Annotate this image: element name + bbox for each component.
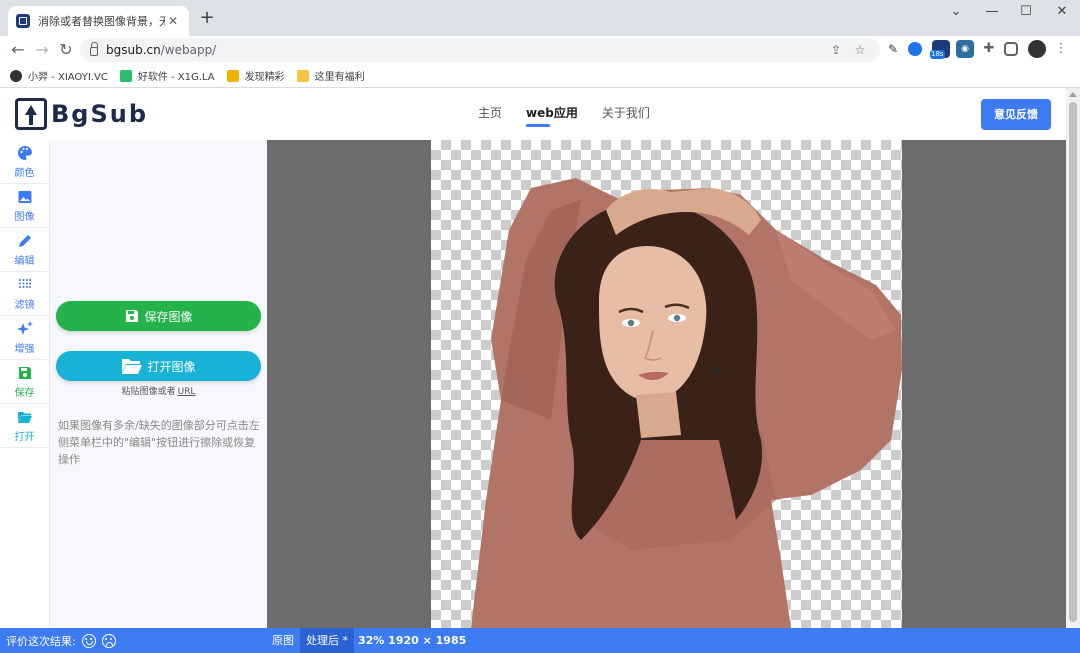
profile-avatar[interactable] [1028, 40, 1046, 58]
lock-icon [90, 42, 98, 56]
folder-open-icon [121, 358, 143, 374]
rate-result-label: 评价这次结果: [6, 634, 76, 648]
rail-item-edit[interactable]: 编辑 [0, 228, 49, 272]
site-favicon-icon [16, 14, 30, 28]
page-scrollbar[interactable] [1066, 88, 1080, 628]
bookmark-star-icon[interactable]: ☆ [852, 42, 868, 58]
bookmarks-bar: 小羿 - XIAOYI.VC 好软件 - X1G.LA 发现精彩 这里有福利 [0, 64, 1080, 88]
zoom-size-info: 32% 1920 × 1985 [358, 634, 467, 647]
main-nav: 主页 web应用 关于我们 [478, 104, 674, 127]
tab-title: 消除或者替换图像背景，无需上传 [38, 15, 165, 28]
extension-badge: 18s [930, 50, 945, 59]
tab-search-chevron-icon[interactable]: ⌄ [938, 0, 974, 24]
pencil-icon [17, 233, 33, 249]
open-image-label: 打开图像 [147, 359, 196, 374]
save-image-label: 保存图像 [144, 309, 193, 324]
floppy-icon [124, 308, 140, 324]
back-icon[interactable]: ← [6, 38, 30, 62]
close-window-icon[interactable]: ✕ [1044, 0, 1080, 24]
image-icon [17, 189, 33, 205]
cutout-photo[interactable] [431, 140, 902, 628]
url-path: /webapp/ [160, 43, 217, 57]
rail-label: 打开 [14, 431, 35, 443]
view-processed-tab[interactable]: 处理后 * [300, 628, 354, 653]
extensions-puzzle-icon[interactable]: ✚ [980, 40, 998, 58]
canvas-area[interactable] [267, 140, 1066, 628]
browser-menu-icon[interactable]: ⋮ [1052, 40, 1070, 58]
extension-robot-icon[interactable]: ◉ [956, 40, 974, 58]
edit-tip-text: 如果图像有多余/缺失的图像部分可点击左侧菜单栏中的"编辑"按钮进行擦除或恢复操作 [58, 419, 260, 466]
rail-item-enhance[interactable]: 增强 [0, 316, 49, 360]
bookmark-item[interactable]: 小羿 - XIAOYI.VC [10, 68, 108, 83]
rail-label: 增强 [14, 343, 35, 355]
bookmark-favicon-icon [10, 69, 22, 82]
rail-label: 编辑 [14, 255, 35, 267]
site-header: BgSub 主页 web应用 关于我们 意见反馈 [0, 88, 1066, 140]
rail-label: 滤镜 [14, 299, 35, 311]
nav-home[interactable]: 主页 [478, 104, 502, 127]
save-image-button[interactable]: 保存图像 [56, 301, 261, 331]
rail-label: 颜色 [14, 167, 35, 179]
paste-hint-text: 粘贴图像或者 [121, 387, 176, 397]
smiley-happy-icon[interactable] [81, 633, 96, 648]
bookmark-favicon-icon [119, 69, 132, 82]
feedback-button[interactable]: 意见反馈 [981, 99, 1051, 130]
share-icon[interactable]: ⇪ [828, 42, 844, 58]
forward-icon[interactable]: → [30, 38, 54, 62]
rail-item-open[interactable]: 打开 [0, 404, 49, 448]
url-host: bgsub.cn [106, 43, 161, 57]
bookmark-folder-icon [296, 69, 309, 82]
extension-timer-icon[interactable]: 18s [930, 40, 950, 59]
tool-rail: 颜色 图像 编辑 滤镜 增强 保存 打开 [0, 140, 50, 628]
rail-item-filter[interactable]: 滤镜 [0, 272, 49, 316]
logo-text: BgSub [51, 100, 149, 128]
nav-about[interactable]: 关于我们 [602, 104, 650, 127]
bookmark-label: 这里有福利 [314, 72, 365, 83]
scroll-up-icon[interactable] [1069, 92, 1077, 97]
filter-grid-icon [17, 277, 33, 293]
floppy-icon [17, 365, 33, 381]
tab-close-icon[interactable]: ✕ [165, 13, 181, 29]
bookmark-item[interactable]: 好软件 - X1G.LA [119, 68, 215, 83]
sparkle-icon [16, 320, 33, 337]
rail-item-color[interactable]: 颜色 [0, 140, 49, 184]
minimize-icon[interactable]: — [974, 0, 1010, 24]
open-image-button[interactable]: 打开图像 [56, 351, 261, 381]
bookmark-label: 发现精彩 [244, 72, 285, 83]
rail-label: 图像 [14, 211, 35, 223]
nav-webapp[interactable]: web应用 [526, 104, 578, 127]
smiley-sad-icon[interactable] [101, 633, 116, 648]
new-tab-icon[interactable]: + [198, 9, 216, 28]
view-original-tab[interactable]: 原图 [266, 628, 300, 653]
status-bar: 评价这次结果: 原图 处理后 * 32% 1920 × 1985 [0, 628, 1080, 653]
paste-url-link[interactable]: URL [178, 387, 196, 397]
side-panel: 保存图像 打开图像 粘贴图像或者 URL 如果图像有多余/缺失的图像部分可点击左侧… [50, 140, 267, 628]
rail-label: 保存 [14, 387, 35, 399]
maximize-icon[interactable]: ☐ [1008, 0, 1044, 24]
site-logo[interactable]: BgSub [15, 98, 148, 130]
palette-icon [17, 145, 33, 161]
rail-item-save[interactable]: 保存 [0, 360, 49, 404]
bookmark-item[interactable]: 发现精彩 [226, 68, 285, 83]
bookmark-label: 好软件 - X1G.LA [137, 72, 215, 83]
browser-tab[interactable]: 消除或者替换图像背景，无需上传 ✕ [8, 6, 189, 36]
browser-tabstrip: 消除或者替换图像背景，无需上传 ✕ + ⌄ — ☐ ✕ [0, 0, 1080, 36]
bookmark-item[interactable]: 这里有福利 [296, 68, 365, 83]
logo-upload-icon [15, 98, 47, 130]
reload-icon[interactable]: ↻ [54, 38, 78, 62]
bookmark-favicon-icon [226, 69, 239, 82]
scroll-thumb[interactable] [1069, 102, 1077, 622]
paste-hint: 粘贴图像或者 URL [50, 384, 267, 397]
folder-open-icon [17, 409, 33, 425]
side-panel-icon[interactable] [1004, 42, 1018, 56]
address-bar[interactable]: bgsub.cn /webapp/ ⇪ ☆ [80, 38, 880, 62]
extension-blue-dot-icon[interactable] [908, 42, 922, 56]
bookmark-label: 小羿 - XIAOYI.VC [28, 72, 108, 83]
extension-wand-icon[interactable]: ✎ [884, 40, 902, 58]
rail-item-image[interactable]: 图像 [0, 184, 49, 228]
